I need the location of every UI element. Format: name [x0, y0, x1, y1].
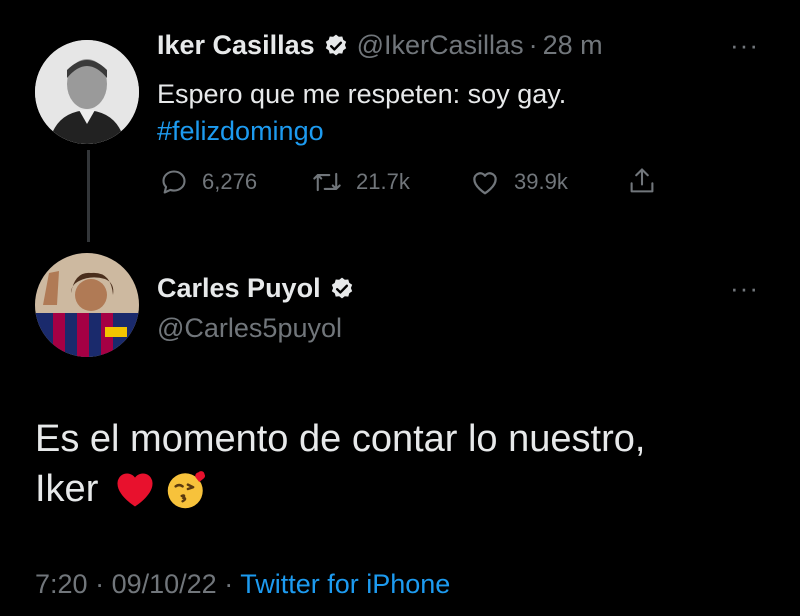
red-heart-emoji-icon: [117, 473, 153, 507]
reply-icon: [162, 170, 186, 194]
verified-badge-icon: [331, 277, 352, 298]
retweet-button[interactable]: 21.7k: [312, 168, 410, 196]
more-options-icon[interactable]: ···: [730, 30, 759, 61]
reply-count: 6,276: [202, 169, 258, 194]
reply-header: Carles Puyol: [157, 273, 355, 304]
reply-text-line1: Es el momento de contar lo nuestro,: [35, 418, 646, 460]
verified-badge-icon: [325, 34, 346, 55]
tweet-header: Iker Casillas @IkerCasillas · 28 m: [157, 30, 603, 61]
reply-text: Es el momento de contar lo nuestro, Iker: [35, 414, 645, 514]
tweet-time[interactable]: 7:20: [35, 569, 88, 599]
share-button[interactable]: [628, 166, 670, 196]
portrait-icon: [35, 40, 139, 144]
timestamp[interactable]: 28 m: [543, 30, 603, 61]
author-handle[interactable]: @IkerCasillas: [357, 30, 524, 61]
tweet-date[interactable]: 09/10/22: [112, 569, 217, 599]
action-bar: 6,276 21.7k 39.9k: [160, 168, 680, 200]
like-count: 39.9k: [514, 169, 568, 194]
retweet-icon: [313, 172, 341, 192]
reply-author-handle[interactable]: @Carles5puyol: [157, 313, 342, 344]
like-button[interactable]: 39.9k: [470, 168, 568, 196]
tweet-source-link[interactable]: Twitter for iPhone: [240, 569, 450, 599]
thread-connector-line: [87, 150, 90, 242]
separator: ·: [95, 569, 105, 599]
tweet-text: Espero que me respeten: soy gay.: [157, 79, 567, 109]
author-name[interactable]: Iker Casillas: [157, 30, 315, 61]
retweet-count: 21.7k: [356, 169, 410, 194]
reply-text-word: Iker: [35, 468, 99, 510]
heart-outline-icon: [473, 172, 497, 195]
separator: ·: [224, 569, 234, 599]
reply-text-line2: Iker: [35, 464, 645, 514]
avatar-puyol[interactable]: [35, 253, 139, 357]
player-portrait-icon: [35, 253, 139, 357]
separator: ·: [528, 30, 538, 60]
avatar-iker[interactable]: [35, 40, 139, 144]
reply-button[interactable]: 6,276: [160, 168, 257, 196]
hashtag-link[interactable]: #felizdomingo: [157, 116, 324, 147]
face-blowing-kiss-emoji-icon: [168, 471, 206, 509]
more-options-icon[interactable]: ···: [730, 273, 759, 304]
share-icon: [630, 168, 654, 193]
tweet-meta: 7:20 · 09/10/22 · Twitter for iPhone: [35, 569, 450, 600]
reply-author-name[interactable]: Carles Puyol: [157, 273, 321, 304]
